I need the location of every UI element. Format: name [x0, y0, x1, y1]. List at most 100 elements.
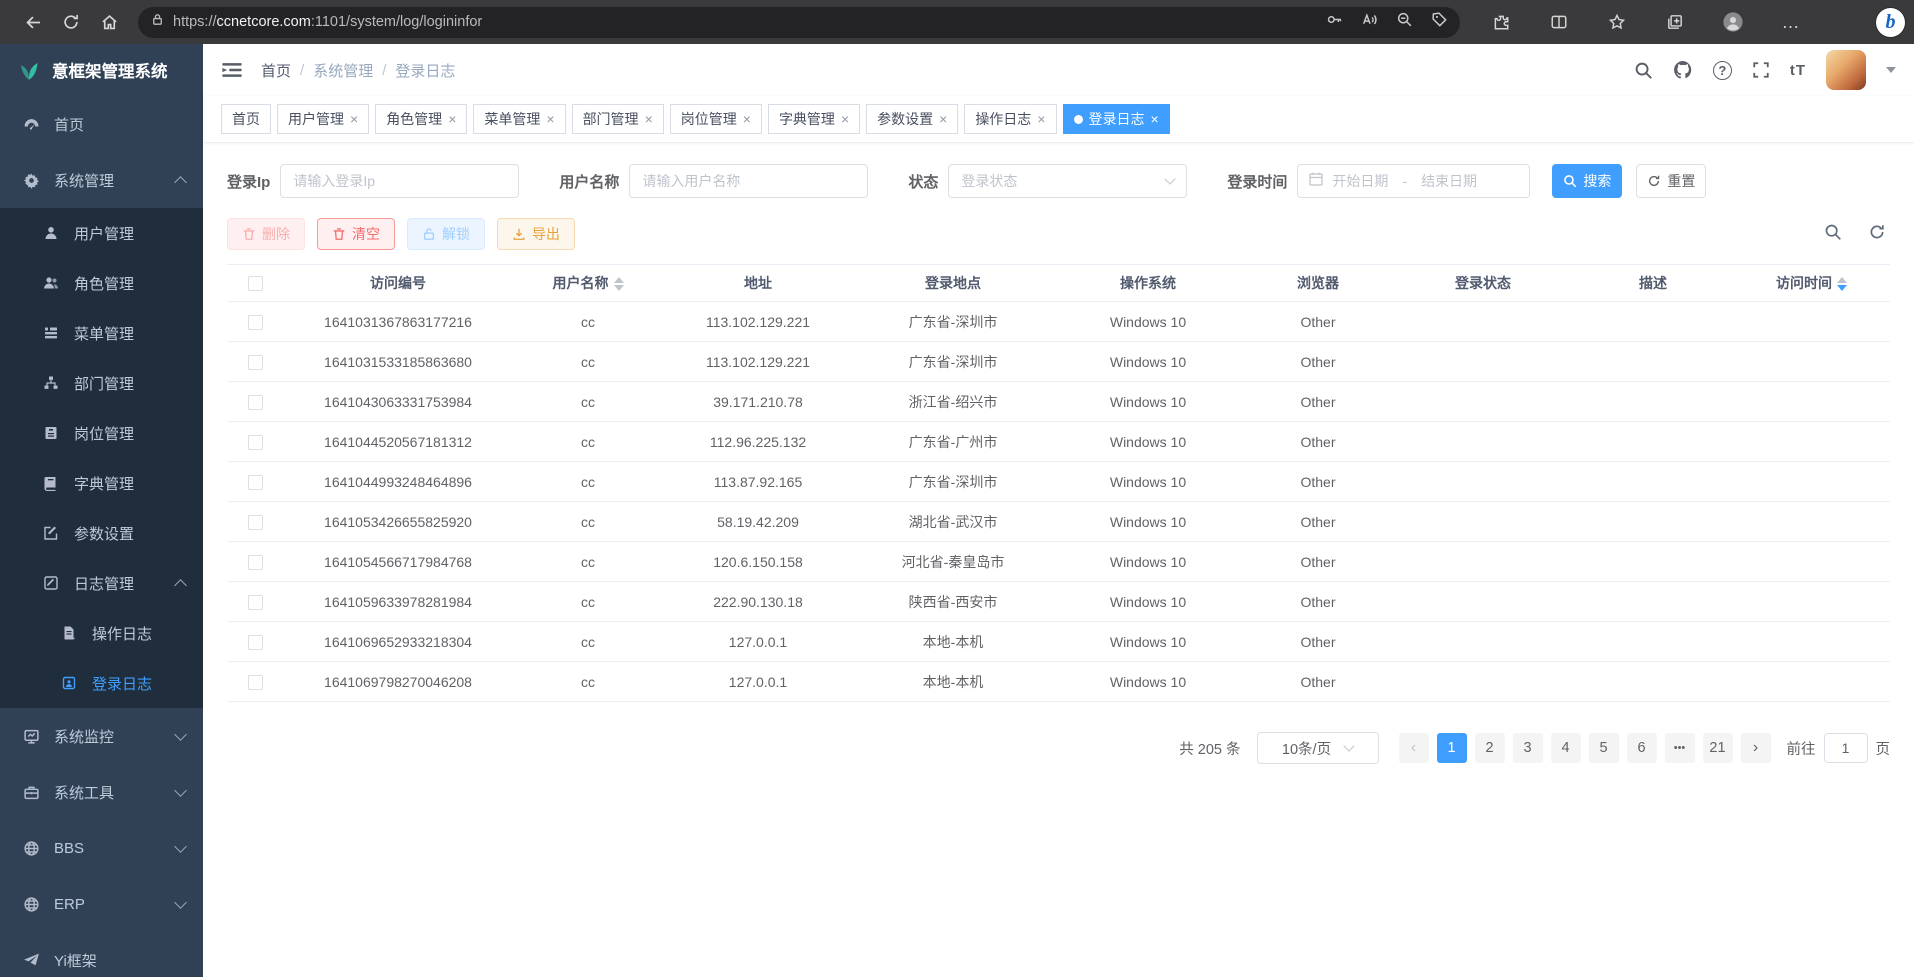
sidebar-item-dict[interactable]: 字典管理: [0, 458, 203, 508]
header-search-icon[interactable]: [1634, 61, 1653, 80]
goto-page-input[interactable]: [1824, 733, 1868, 763]
page-button-3[interactable]: 3: [1513, 733, 1543, 763]
close-icon[interactable]: ×: [1151, 111, 1159, 127]
page-button-1[interactable]: 1: [1437, 733, 1467, 763]
sort-icon-active[interactable]: [1837, 277, 1847, 291]
tab-dict[interactable]: 字典管理×: [768, 104, 860, 134]
sidebar-item-system[interactable]: 系统管理: [0, 152, 203, 208]
col-username[interactable]: 用户名称: [513, 265, 663, 302]
close-icon[interactable]: ×: [939, 111, 947, 127]
sort-icon[interactable]: [614, 277, 624, 291]
tab-role[interactable]: 角色管理×: [375, 104, 467, 134]
page-button-5[interactable]: 5: [1589, 733, 1619, 763]
sidebar-item-loginlog[interactable]: 登录日志: [0, 658, 203, 708]
sidebar-item-param[interactable]: 参数设置: [0, 508, 203, 558]
hamburger-icon[interactable]: [221, 59, 243, 81]
read-aloud-icon[interactable]: [1361, 11, 1378, 33]
status-select[interactable]: 登录状态: [948, 164, 1187, 198]
row-checkbox[interactable]: [248, 555, 263, 570]
sidebar-item-bbs[interactable]: BBS: [0, 820, 203, 876]
zoom-out-icon[interactable]: [1396, 11, 1413, 33]
sidebar-item-erp[interactable]: ERP: [0, 876, 203, 932]
row-checkbox[interactable]: [248, 475, 263, 490]
delete-button[interactable]: 删除: [227, 218, 305, 250]
github-icon[interactable]: [1673, 60, 1693, 80]
app-logo[interactable]: 意框架管理系统: [0, 44, 203, 96]
tab-loginlog[interactable]: 登录日志×: [1063, 104, 1170, 134]
sidebar-item-log[interactable]: 日志管理: [0, 558, 203, 608]
tab-post[interactable]: 岗位管理×: [670, 104, 762, 134]
sidebar-item-tool[interactable]: 系统工具: [0, 764, 203, 820]
breadcrumb-home[interactable]: 首页: [261, 60, 291, 81]
close-icon[interactable]: ×: [448, 111, 456, 127]
close-icon[interactable]: ×: [645, 111, 653, 127]
sidebar-item-operlog[interactable]: 操作日志: [0, 608, 203, 658]
browser-back-icon[interactable]: [14, 5, 52, 39]
extensions-icon[interactable]: [1482, 5, 1520, 39]
fullscreen-icon[interactable]: [1752, 61, 1770, 79]
tab-menu[interactable]: 菜单管理×: [473, 104, 565, 134]
close-icon[interactable]: ×: [350, 111, 358, 127]
export-button[interactable]: 导出: [497, 218, 575, 250]
more-pages-button[interactable]: •••: [1665, 733, 1695, 763]
address-bar[interactable]: https://ccnetcore.com:1101/system/log/lo…: [138, 7, 1460, 38]
avatar[interactable]: [1826, 50, 1866, 90]
shopping-tag-icon[interactable]: [1431, 11, 1448, 33]
tab-home[interactable]: 首页: [221, 104, 271, 134]
username-input[interactable]: [629, 164, 868, 198]
row-checkbox[interactable]: [248, 395, 263, 410]
breadcrumb-system[interactable]: 系统管理: [313, 60, 373, 81]
browser-profile-icon[interactable]: [1714, 5, 1752, 39]
search-button[interactable]: 搜索: [1552, 164, 1622, 198]
unlock-button[interactable]: 解锁: [407, 218, 485, 250]
prev-page-button[interactable]: ‹: [1399, 733, 1429, 763]
browser-menu-icon[interactable]: …: [1772, 5, 1810, 39]
tab-user[interactable]: 用户管理×: [277, 104, 369, 134]
tab-dept[interactable]: 部门管理×: [572, 104, 664, 134]
row-checkbox[interactable]: [248, 675, 263, 690]
clear-button[interactable]: 清空: [317, 218, 395, 250]
browser-refresh-icon[interactable]: [52, 5, 90, 39]
reset-button[interactable]: 重置: [1636, 164, 1706, 198]
page-size-select[interactable]: 10条/页: [1257, 732, 1379, 764]
split-screen-icon[interactable]: [1540, 5, 1578, 39]
table-search-icon[interactable]: [1824, 223, 1842, 246]
row-checkbox[interactable]: [248, 595, 263, 610]
next-page-button[interactable]: ›: [1741, 733, 1771, 763]
close-icon[interactable]: ×: [743, 111, 751, 127]
page-button-6[interactable]: 6: [1627, 733, 1657, 763]
font-size-icon[interactable]: tT: [1790, 62, 1806, 79]
collections-icon[interactable]: [1656, 5, 1694, 39]
browser-home-icon[interactable]: [90, 5, 128, 39]
tab-param[interactable]: 参数设置×: [866, 104, 958, 134]
sidebar-item-user[interactable]: 用户管理: [0, 208, 203, 258]
sidebar-item-role[interactable]: 角色管理: [0, 258, 203, 308]
site-lock-icon[interactable]: [150, 12, 165, 32]
page-button-2[interactable]: 2: [1475, 733, 1505, 763]
row-checkbox[interactable]: [248, 355, 263, 370]
favorites-icon[interactable]: [1598, 5, 1636, 39]
sidebar-item-monitor[interactable]: 系统监控: [0, 708, 203, 764]
col-access-time[interactable]: 访问时间: [1733, 265, 1890, 302]
password-key-icon[interactable]: [1326, 11, 1343, 33]
row-checkbox[interactable]: [248, 435, 263, 450]
close-icon[interactable]: ×: [1037, 111, 1045, 127]
sidebar-item-dept[interactable]: 部门管理: [0, 358, 203, 408]
sidebar-item-home[interactable]: 首页: [0, 96, 203, 152]
help-icon[interactable]: ?: [1713, 61, 1732, 80]
page-button-4[interactable]: 4: [1551, 733, 1581, 763]
row-checkbox[interactable]: [248, 515, 263, 530]
sidebar-item-menu[interactable]: 菜单管理: [0, 308, 203, 358]
row-checkbox[interactable]: [248, 315, 263, 330]
tab-operlog[interactable]: 操作日志×: [964, 104, 1056, 134]
ip-input[interactable]: [280, 164, 519, 198]
table-refresh-icon[interactable]: [1868, 223, 1886, 246]
sidebar-item-yi[interactable]: Yi框架: [0, 932, 203, 977]
date-range-picker[interactable]: 开始日期 - 结束日期: [1297, 164, 1530, 198]
avatar-caret-icon[interactable]: [1886, 67, 1896, 73]
select-all-checkbox[interactable]: [248, 276, 263, 291]
close-icon[interactable]: ×: [546, 111, 554, 127]
row-checkbox[interactable]: [248, 635, 263, 650]
close-icon[interactable]: ×: [841, 111, 849, 127]
page-button-last[interactable]: 21: [1703, 733, 1733, 763]
